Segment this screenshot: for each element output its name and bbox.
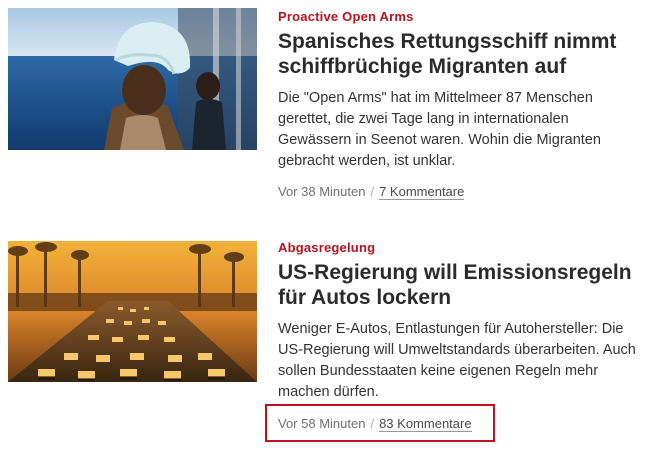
photo-migrant-graphic xyxy=(8,8,257,150)
photo-highway-graphic xyxy=(8,241,257,382)
article-headline[interactable]: Spanisches Rettungsschiff nimmt schiffbr… xyxy=(278,29,640,79)
article-timestamp: Vor 38 Minuten xyxy=(278,184,366,199)
article-body-2: Abgasregelung US-Regierung will Emission… xyxy=(278,240,640,403)
article-kicker[interactable]: Proactive Open Arms xyxy=(278,9,640,25)
article-image-traffic-highway[interactable] xyxy=(8,241,257,382)
highlight-box xyxy=(265,404,495,442)
article-summary: Die "Open Arms" hat im Mittelmeer 87 Men… xyxy=(278,90,601,169)
meta-separator: / xyxy=(370,184,375,199)
article-teaser-2[interactable]: Abgasregelung US-Regierung will Emission… xyxy=(0,232,647,454)
article-kicker[interactable]: Abgasregelung xyxy=(278,240,640,256)
article-teaser-1[interactable]: Proactive Open Arms Spanisches Rettungss… xyxy=(0,0,647,215)
article-image-migrant-on-ship[interactable] xyxy=(8,8,257,150)
article-headline[interactable]: US-Regierung will Emissionsregeln für Au… xyxy=(278,260,640,310)
comments-link[interactable]: 7 Kommentare xyxy=(379,184,465,200)
article-summary: Weniger E-Autos, Entlastungen für Autohe… xyxy=(278,321,636,400)
article-body-1: Proactive Open Arms Spanisches Rettungss… xyxy=(278,9,640,172)
article-meta-1: Vor 38 Minuten / 7 Kommentare xyxy=(278,183,465,201)
